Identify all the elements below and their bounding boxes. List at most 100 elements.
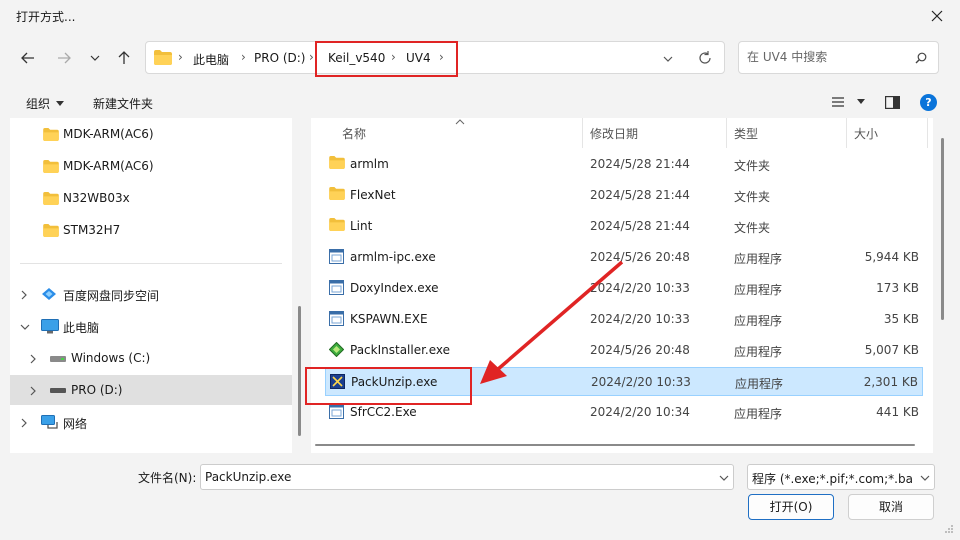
file-size: 5,007 KB: [864, 343, 919, 357]
file-name: FlexNet: [350, 188, 396, 202]
sidebar-item-windows-c[interactable]: Windows (C:): [10, 343, 292, 373]
search-icon: [915, 52, 927, 64]
exe-icon: [329, 249, 344, 264]
help-button[interactable]: ?: [920, 94, 937, 111]
chevron-down-icon: [90, 55, 100, 61]
file-row[interactable]: armlm 2024/5/28 21:44 文件夹: [325, 150, 923, 179]
column-modified[interactable]: 修改日期: [590, 125, 638, 142]
file-name: PackInstaller.exe: [350, 343, 451, 357]
column-name[interactable]: 名称: [342, 125, 366, 142]
horizontal-scrollbar-thumb[interactable]: [315, 444, 915, 446]
chevron-down-icon[interactable]: [20, 323, 30, 331]
sidebar-item-label: Windows (C:): [71, 351, 151, 365]
chevron-right-icon[interactable]: [20, 418, 28, 428]
cancel-button[interactable]: 取消: [848, 494, 934, 520]
file-size: 35 KB: [883, 312, 919, 326]
navigation-pane-scrollbar[interactable]: [298, 306, 301, 436]
address-bar[interactable]: › 此电脑 › PRO (D:) › Keil_v540 › UV4 ›: [145, 41, 725, 74]
file-name: DoxyIndex.exe: [350, 281, 439, 295]
preview-pane-icon[interactable]: [885, 96, 900, 109]
column-size[interactable]: 大小: [854, 125, 878, 142]
file-size: 173 KB: [876, 281, 919, 295]
filename-input[interactable]: PackUnzip.exe: [200, 464, 734, 490]
list-view-icon: [832, 97, 844, 107]
file-type: 文件夹: [734, 190, 771, 204]
file-row[interactable]: PackUnzip.exe 2024/2/20 10:33 应用程序 2,301 KB: [325, 367, 923, 396]
up-button[interactable]: [112, 46, 136, 70]
breadcrumb-uv4[interactable]: UV4: [406, 51, 431, 65]
network-icon: [41, 415, 58, 429]
search-input[interactable]: [747, 50, 907, 64]
sidebar-item-mdk-arm-2[interactable]: MDK-ARM(AC6): [10, 151, 292, 181]
folder-icon: [43, 160, 59, 173]
sidebar-item-label: 此电脑: [63, 321, 100, 335]
file-type: 应用程序: [735, 377, 784, 391]
close-icon: [931, 10, 943, 22]
breadcrumb-this-pc[interactable]: 此电脑: [193, 51, 229, 68]
chevron-right-icon[interactable]: [20, 290, 28, 300]
resize-grip-icon[interactable]: [944, 524, 954, 534]
close-button[interactable]: [922, 2, 952, 30]
column-type[interactable]: 类型: [734, 125, 758, 142]
sidebar-item-label: 百度网盘同步空间: [63, 289, 160, 303]
file-modified: 2024/5/28 21:44: [590, 219, 690, 233]
file-name: PackUnzip.exe: [351, 375, 438, 389]
caret-down-icon: [857, 99, 865, 104]
forward-button[interactable]: [52, 46, 76, 70]
breadcrumb-pro-d[interactable]: PRO (D:): [254, 51, 305, 65]
file-row[interactable]: SfrCC2.Exe 2024/2/20 10:34 应用程序 441 KB: [325, 398, 923, 427]
folder-icon: [43, 128, 59, 141]
file-list-scrollbar[interactable]: [941, 138, 944, 320]
file-list[interactable]: 名称 修改日期 类型 大小 armlm 2024/5/28 21:44 文件夹 Fle…: [311, 118, 933, 453]
sidebar-item-n32wb03x[interactable]: N32WB03x: [10, 183, 292, 213]
exe-icon: [329, 311, 344, 326]
caret-down-icon: [56, 100, 65, 106]
column-header-row: 名称 修改日期 类型 大小: [311, 118, 933, 148]
sidebar-item-mdk-arm-1[interactable]: MDK-ARM(AC6): [10, 119, 292, 149]
sidebar-item-stm32h7[interactable]: STM32H7: [10, 215, 292, 245]
sidebar-item-pro-d[interactable]: PRO (D:): [10, 375, 292, 405]
file-row[interactable]: Lint 2024/5/28 21:44 文件夹: [325, 212, 923, 241]
new-folder-button[interactable]: 新建文件夹: [93, 95, 153, 112]
view-options-button[interactable]: [831, 96, 865, 108]
file-type-filter[interactable]: 程序 (*.exe;*.pif;*.com;*.bat;*.: [747, 464, 935, 490]
chevron-down-icon[interactable]: [719, 474, 729, 482]
open-button[interactable]: 打开(O): [748, 494, 834, 520]
sidebar-item-baidu-sync[interactable]: 百度网盘同步空间: [10, 279, 292, 309]
organize-button[interactable]: 组织: [26, 95, 65, 112]
folder-icon: [329, 187, 345, 200]
file-name: SfrCC2.Exe: [350, 405, 417, 419]
file-row[interactable]: armlm-ipc.exe 2024/5/26 20:48 应用程序 5,944 KB: [325, 243, 923, 272]
file-modified: 2024/5/26 20:48: [590, 343, 690, 357]
navigation-pane[interactable]: MDK-ARM(AC6) MDK-ARM(AC6) N32WB03x STM32…: [10, 118, 292, 453]
organize-label: 组织: [26, 97, 51, 111]
sidebar-item-label: N32WB03x: [63, 191, 130, 205]
folder-icon: [154, 50, 172, 65]
chevron-down-icon[interactable]: [662, 54, 674, 64]
sidebar-item-label: STM32H7: [63, 223, 121, 237]
file-modified: 2024/2/20 10:33: [591, 375, 691, 389]
exe-icon: [329, 280, 344, 295]
file-modified: 2024/2/20 10:33: [590, 312, 690, 326]
file-modified: 2024/5/28 21:44: [590, 157, 690, 171]
search-box[interactable]: [738, 41, 939, 74]
horizontal-scrollbar[interactable]: [311, 436, 933, 453]
sidebar-item-this-pc[interactable]: 此电脑: [10, 311, 292, 341]
pack-unzip-icon: [330, 374, 345, 389]
pack-installer-icon: [329, 342, 344, 357]
refresh-icon[interactable]: [698, 51, 712, 65]
file-size: 5,944 KB: [864, 250, 919, 264]
breadcrumb-keil[interactable]: Keil_v540: [328, 51, 385, 65]
file-row[interactable]: KSPAWN.EXE 2024/2/20 10:33 应用程序 35 KB: [325, 305, 923, 334]
chevron-right-icon[interactable]: [29, 354, 37, 364]
file-type: 应用程序: [734, 252, 783, 266]
chevron-right-icon[interactable]: [29, 386, 37, 396]
sidebar-item-label: MDK-ARM(AC6): [63, 159, 154, 173]
back-button[interactable]: [16, 46, 40, 70]
recent-locations-button[interactable]: [83, 46, 107, 70]
cloud-sync-icon: [42, 288, 56, 300]
file-row[interactable]: DoxyIndex.exe 2024/2/20 10:33 应用程序 173 KB: [325, 274, 923, 303]
sidebar-item-network[interactable]: 网络: [10, 407, 292, 437]
file-row[interactable]: PackInstaller.exe 2024/5/26 20:48 应用程序 5,00…: [325, 336, 923, 365]
file-row[interactable]: FlexNet 2024/5/28 21:44 文件夹: [325, 181, 923, 210]
